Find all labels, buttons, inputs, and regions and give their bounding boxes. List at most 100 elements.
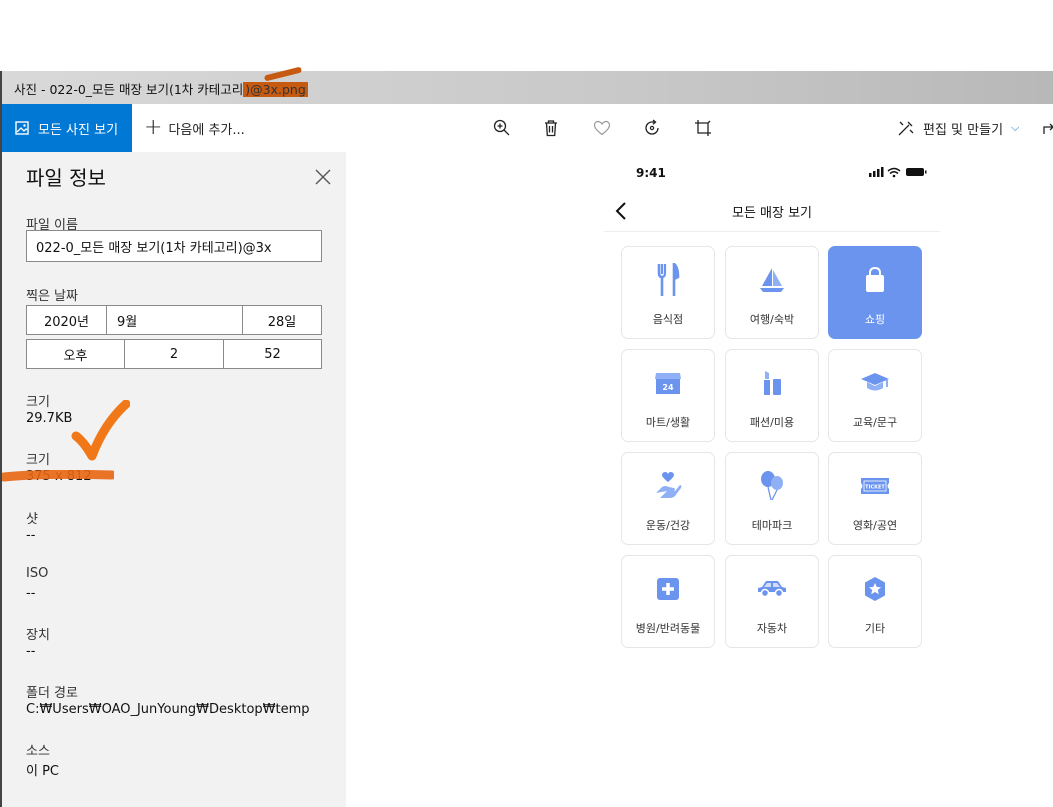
year-field[interactable]: 2020년 bbox=[27, 306, 107, 334]
rotate-button[interactable] bbox=[640, 116, 664, 140]
device-value: -- bbox=[26, 644, 36, 659]
badge-icon bbox=[865, 577, 885, 601]
category-label: 쇼핑 bbox=[864, 313, 886, 326]
checkmark-annotation bbox=[71, 400, 130, 461]
shopping-bag-icon bbox=[866, 267, 884, 292]
category-sports[interactable]: 운동/건강 bbox=[621, 452, 715, 545]
dimensions-label: 크기 bbox=[26, 453, 50, 468]
see-all-photos-label: 모든 사진 보기 bbox=[38, 122, 119, 138]
window-title: 사진 - 022-0_모든 매장 보기(1차 카테고리)@3x.png bbox=[14, 79, 308, 98]
folder-path-value: C:₩Users₩OAO_JunYoung₩Desktop₩temp bbox=[26, 702, 310, 717]
category-label: 교육/문구 bbox=[852, 416, 898, 429]
ticket-text: TICKET bbox=[865, 485, 885, 491]
see-all-photos-button[interactable]: 모든 사진 보기 bbox=[2, 104, 132, 152]
add-to-button[interactable]: + 다음에 추가... bbox=[144, 104, 245, 152]
category-hospital[interactable]: 병원/반려동물 bbox=[621, 555, 715, 648]
store-badge-text: 24 bbox=[662, 383, 674, 392]
edit-create-label: 편집 및 만들기 bbox=[923, 122, 1004, 138]
rotate-icon bbox=[645, 119, 659, 135]
plus-icon: + bbox=[144, 115, 163, 140]
heart-icon bbox=[593, 120, 611, 136]
time-field[interactable]: 오후 2 52 bbox=[26, 339, 322, 369]
file-name-field[interactable]: 022-0_모든 매장 보기(1차 카테고리)@3x bbox=[26, 230, 322, 262]
category-label: 테마파크 bbox=[751, 519, 793, 532]
window-title-highlight: )@3x.png bbox=[243, 82, 308, 97]
category-label: 병원/반려동물 bbox=[635, 622, 701, 635]
favorite-button[interactable] bbox=[590, 116, 614, 140]
month-field[interactable]: 9월 bbox=[107, 306, 243, 334]
file-size-value: 29.7KB bbox=[26, 411, 73, 426]
edit-create-button[interactable]: 편집 및 만들기 ⌵ bbox=[897, 104, 1019, 152]
graduation-cap-icon bbox=[861, 373, 889, 391]
car-icon bbox=[758, 581, 786, 598]
zoom-in-icon bbox=[493, 119, 510, 136]
category-restaurant[interactable]: 음식점 bbox=[621, 246, 715, 339]
folder-path-label: 폴더 경로 bbox=[26, 686, 78, 701]
category-mart[interactable]: 24 마트/생활 bbox=[621, 349, 715, 442]
category-label: 자동차 bbox=[756, 622, 788, 635]
status-time: 9:41 bbox=[636, 166, 666, 180]
category-label: 운동/건강 bbox=[645, 519, 691, 532]
month-value: 9월 bbox=[117, 314, 138, 330]
category-label: 여행/숙박 bbox=[749, 313, 795, 326]
file-name-value: 022-0_모든 매장 보기(1차 카테고리)@3x bbox=[36, 240, 272, 256]
category-etc[interactable]: 기타 bbox=[828, 555, 922, 648]
category-fashion[interactable]: 패션/미용 bbox=[725, 349, 819, 442]
cosmetics-icon bbox=[764, 371, 781, 395]
shutter-value: -- bbox=[26, 528, 36, 543]
date-taken-label: 찍은 날짜 bbox=[26, 289, 78, 304]
status-icons bbox=[869, 167, 927, 178]
trash-icon bbox=[545, 120, 557, 137]
category-car[interactable]: 자동차 bbox=[725, 555, 819, 648]
crop-icon bbox=[695, 120, 711, 136]
screen-title: 모든 매장 보기 bbox=[731, 206, 813, 221]
photo-icon bbox=[15, 121, 29, 135]
photo-preview: 9:41 모든 매장 보기 음식점 여행/숙박 쇼핑 24 마트/생활 패션/미… bbox=[604, 152, 940, 652]
share-button[interactable] bbox=[1038, 116, 1053, 140]
window-title-main: 사진 - 022-0_모든 매장 보기(1차 카테고리 bbox=[14, 82, 244, 97]
title-bar: 사진 - 022-0_모든 매장 보기(1차 카테고리)@3x.png bbox=[2, 66, 1053, 104]
ticket-icon: TICKET bbox=[861, 478, 889, 494]
crop-button[interactable] bbox=[691, 116, 715, 140]
edit-create-icon bbox=[898, 121, 914, 136]
date-field[interactable]: 2020년 9월 28일 bbox=[26, 305, 322, 335]
category-label: 음식점 bbox=[652, 313, 684, 326]
panel-title: 파일 정보 bbox=[26, 166, 106, 190]
medical-cross-icon bbox=[657, 578, 679, 600]
source-label: 소스 bbox=[26, 744, 50, 759]
minute-field[interactable]: 52 bbox=[224, 340, 321, 368]
fork-knife-icon bbox=[657, 263, 680, 296]
category-shopping[interactable]: 쇼핑 bbox=[828, 246, 922, 339]
store-24-icon: 24 bbox=[655, 373, 681, 394]
ampm-value: 오후 bbox=[63, 348, 88, 364]
hand-heart-icon bbox=[656, 472, 682, 498]
zoom-in-button[interactable] bbox=[490, 116, 514, 140]
delete-button[interactable] bbox=[539, 116, 563, 140]
minute-value: 52 bbox=[264, 346, 281, 362]
day-field[interactable]: 28일 bbox=[243, 306, 321, 334]
category-label: 마트/생활 bbox=[645, 416, 691, 429]
category-education[interactable]: 교육/문구 bbox=[828, 349, 922, 442]
device-label: 장치 bbox=[26, 628, 50, 643]
category-label: 영화/공연 bbox=[852, 519, 898, 532]
add-to-label: 다음에 추가... bbox=[168, 122, 245, 138]
category-label: 기타 bbox=[864, 622, 886, 635]
sailboat-icon bbox=[760, 268, 784, 292]
close-icon[interactable] bbox=[312, 166, 334, 188]
balloons-icon bbox=[761, 471, 783, 501]
category-travel[interactable]: 여행/숙박 bbox=[725, 246, 819, 339]
category-label: 패션/미용 bbox=[749, 416, 795, 429]
file-size-label: 크기 bbox=[26, 395, 50, 410]
category-themepark[interactable]: 테마파크 bbox=[725, 452, 819, 545]
hour-field[interactable]: 2 bbox=[125, 340, 224, 368]
source-value: 이 PC bbox=[26, 764, 60, 779]
day-value: 28일 bbox=[267, 314, 297, 330]
ampm-field[interactable]: 오후 bbox=[27, 340, 125, 368]
year-value: 2020년 bbox=[43, 314, 90, 330]
hour-value: 2 bbox=[169, 346, 179, 362]
header-divider bbox=[604, 231, 940, 232]
iso-label: ISO bbox=[26, 566, 49, 581]
category-movie[interactable]: TICKET 영화/공연 bbox=[828, 452, 922, 545]
shutter-label: 샷 bbox=[26, 512, 38, 527]
highlight-annotation bbox=[2, 470, 114, 482]
